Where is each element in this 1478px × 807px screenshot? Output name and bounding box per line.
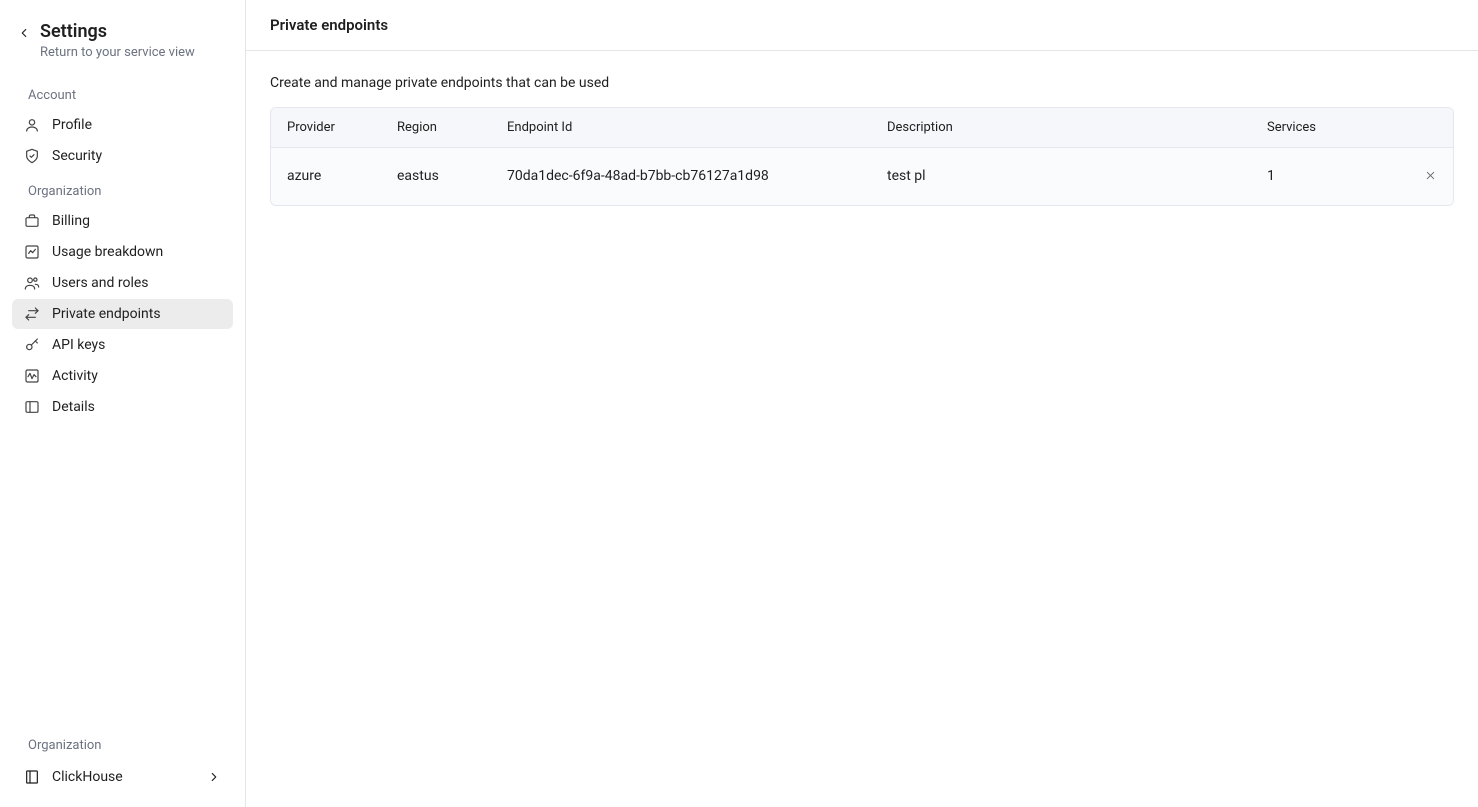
org-name: ClickHouse	[52, 769, 123, 785]
settings-title: Settings	[40, 20, 195, 43]
sidebar-item-security[interactable]: Security	[12, 141, 233, 171]
sidebar-item-label: Activity	[52, 368, 98, 384]
footer-section-label: Organization	[0, 726, 245, 759]
section-label: Organization	[0, 172, 245, 205]
swap-icon	[24, 306, 40, 322]
sidebar-item-users-and-roles[interactable]: Users and roles	[12, 268, 233, 298]
table-header: Region	[381, 108, 491, 148]
table-header: Endpoint Id	[491, 108, 871, 148]
sidebar-item-profile[interactable]: Profile	[12, 110, 233, 140]
table-header: Provider	[271, 108, 381, 148]
sidebar-item-details[interactable]: Details	[12, 392, 233, 422]
delete-button[interactable]	[1423, 168, 1437, 182]
sidebar-header: Settings Return to your service view	[0, 12, 245, 76]
table-header-actions	[1407, 108, 1453, 148]
sidebar-item-label: Billing	[52, 213, 90, 229]
sidebar-item-label: Users and roles	[52, 275, 149, 291]
cell-endpoint_id: 70da1dec-6f9a-48ad-b7bb-cb76127a1d98	[491, 148, 871, 205]
sidebar-item-billing[interactable]: Billing	[12, 206, 233, 236]
sidebar-item-activity[interactable]: Activity	[12, 361, 233, 391]
cell-actions	[1407, 148, 1453, 205]
user-icon	[24, 117, 40, 133]
close-icon	[1425, 170, 1436, 181]
sidebar: Settings Return to your service view Acc…	[0, 0, 246, 807]
chart-icon	[24, 244, 40, 260]
section-label: Account	[0, 76, 245, 109]
shield-icon	[24, 148, 40, 164]
users-icon	[24, 275, 40, 291]
settings-subtitle[interactable]: Return to your service view	[40, 45, 195, 60]
sidebar-item-label: Private endpoints	[52, 306, 161, 322]
sidebar-item-label: Security	[52, 148, 102, 164]
cell-provider: azure	[271, 148, 381, 205]
page-description: Create and manage private endpoints that…	[270, 75, 1454, 91]
key-icon	[24, 337, 40, 353]
chevron-right-icon	[207, 770, 221, 784]
cell-description: test pl	[871, 148, 1251, 205]
org-switcher[interactable]: ClickHouse	[12, 761, 233, 793]
table-header: Services	[1251, 108, 1407, 148]
sidebar-item-label: Details	[52, 399, 95, 415]
cell-region: eastus	[381, 148, 491, 205]
table-header: Description	[871, 108, 1251, 148]
briefcase-icon	[24, 213, 40, 229]
sidebar-item-label: Profile	[52, 117, 92, 133]
building-icon	[24, 769, 40, 785]
page-title: Private endpoints	[246, 0, 1478, 51]
activity-icon	[24, 368, 40, 384]
back-button[interactable]	[16, 25, 32, 41]
sidebar-item-api-keys[interactable]: API keys	[12, 330, 233, 360]
cell-services: 1	[1251, 148, 1407, 205]
sidebar-item-label: API keys	[52, 337, 105, 353]
endpoints-table: ProviderRegionEndpoint IdDescriptionServ…	[270, 107, 1454, 206]
sidebar-item-usage-breakdown[interactable]: Usage breakdown	[12, 237, 233, 267]
panel-icon	[24, 399, 40, 415]
chevron-left-icon	[17, 26, 31, 40]
sidebar-item-private-endpoints[interactable]: Private endpoints	[12, 299, 233, 329]
main-content: Private endpoints Create and manage priv…	[246, 0, 1478, 807]
sidebar-item-label: Usage breakdown	[52, 244, 163, 260]
table-row: azureeastus70da1dec-6f9a-48ad-b7bb-cb761…	[271, 148, 1453, 205]
